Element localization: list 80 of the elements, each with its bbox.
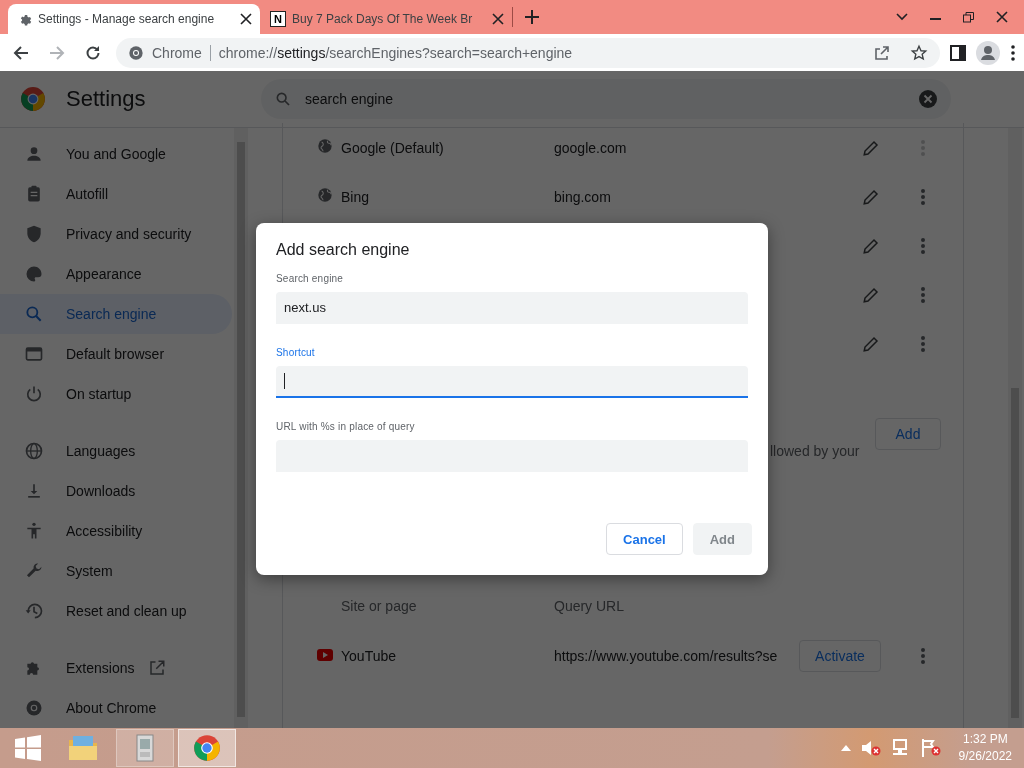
chrome-logo-icon[interactable] [178,729,236,767]
search-field[interactable]: search engine [261,79,951,119]
close-tab-icon[interactable] [492,13,504,25]
input-field[interactable] [276,366,748,398]
app-window-icon[interactable] [116,729,174,767]
clock-time: 1:32 PM [962,731,1008,748]
dialog-button[interactable]: Cancel [606,523,683,555]
column-header: Query URL [554,598,626,614]
caret-up-icon[interactable] [840,745,851,751]
person-icon [24,144,44,164]
muted-speaker-icon[interactable] [860,739,881,757]
chrome-logo-icon [24,698,44,718]
sidebar-item[interactable]: You and Google [0,134,232,174]
globe-icon [317,138,333,154]
browser-tab[interactable]: Settings - Manage search engine [8,4,260,34]
flag-icon[interactable] [920,739,941,757]
sidebar-item[interactable]: Search engine [0,294,232,334]
video-play-icon [317,649,333,661]
sidebar-item[interactable]: Reset and clean up [0,591,232,631]
engine-shortcut: bing.com [554,188,612,205]
site-label: Chrome [152,44,202,61]
description-text: llowed by your [770,443,860,459]
browser-tab[interactable]: N Buy 7 Pack Days Of The Week Br [260,4,512,34]
field-label: Search engine [276,273,345,284]
chrome-logo-icon [128,44,144,61]
star-icon[interactable] [910,43,928,62]
input-field[interactable]: next.us [276,292,748,324]
more-vertical-icon [921,237,925,254]
chevron-down-icon[interactable] [896,13,908,21]
more-vertical-icon [921,188,925,205]
address-bar[interactable]: Chrome chrome://settings/searchEngines?search=search+engine [116,37,940,68]
more-vertical-icon [921,335,925,352]
more-vertical-icon [921,648,925,664]
engine-shortcut: google.com [554,139,628,156]
sidebar-item[interactable]: System [0,551,232,591]
clear-search-icon[interactable] [919,90,937,108]
sidebar-item[interactable]: Accessibility [0,511,232,551]
shield-icon [24,224,44,244]
chrome-logo-icon [20,86,46,112]
close-window-icon[interactable] [996,11,1008,23]
accessibility-icon [24,521,44,541]
palette-icon [24,264,44,284]
page-title: Settings [66,86,147,112]
sidebar-item[interactable]: Privacy and security [0,214,232,254]
share-icon[interactable] [874,44,890,61]
field-label: URL with %s in place of query [276,421,416,432]
sidebar-item[interactable]: Downloads [0,471,232,511]
clock-date: 9/26/2022 [958,748,1012,765]
sidebar-item[interactable]: Appearance [0,254,232,294]
engine-name: Google (Default) [341,139,445,156]
sidebar-item[interactable]: Autofill [0,174,232,214]
site-name: YouTube [341,648,397,664]
profile-avatar-icon[interactable] [976,40,1000,65]
close-tab-icon[interactable] [240,13,252,25]
url-text: chrome://settings/searchEngines?search=search+engine [218,44,573,61]
gear-icon [18,12,32,26]
search-icon [275,91,291,107]
side-panel-icon[interactable] [950,44,966,61]
more-vertical-icon [921,286,925,303]
restore-icon[interactable] [963,11,974,23]
browser-window-icon [24,344,44,364]
add-button[interactable]: Add [875,418,941,450]
sidebar-item[interactable]: Languages [0,431,232,471]
favicon-icon: N [270,11,286,27]
globe-icon [24,441,44,461]
activate-button[interactable]: Activate [799,640,881,672]
sidebar-item[interactable]: On startup [0,374,232,414]
dialog-title: Add search engine [276,241,411,259]
column-header: Site or page [341,598,418,614]
more-options-icon[interactable] [1010,44,1016,61]
power-icon [24,384,44,404]
sidebar-item[interactable]: Default browser [0,334,232,374]
query-url: https://www.youtube.com/results?se [554,648,779,664]
sidebar-item[interactable]: About Chrome [0,688,232,728]
engine-name: Bing [341,188,371,205]
field-label: Shortcut [276,347,316,358]
search-icon [24,304,44,324]
history-icon [24,601,44,621]
globe-icon [317,187,333,203]
sidebar-item[interactable]: Extensions [0,648,232,688]
